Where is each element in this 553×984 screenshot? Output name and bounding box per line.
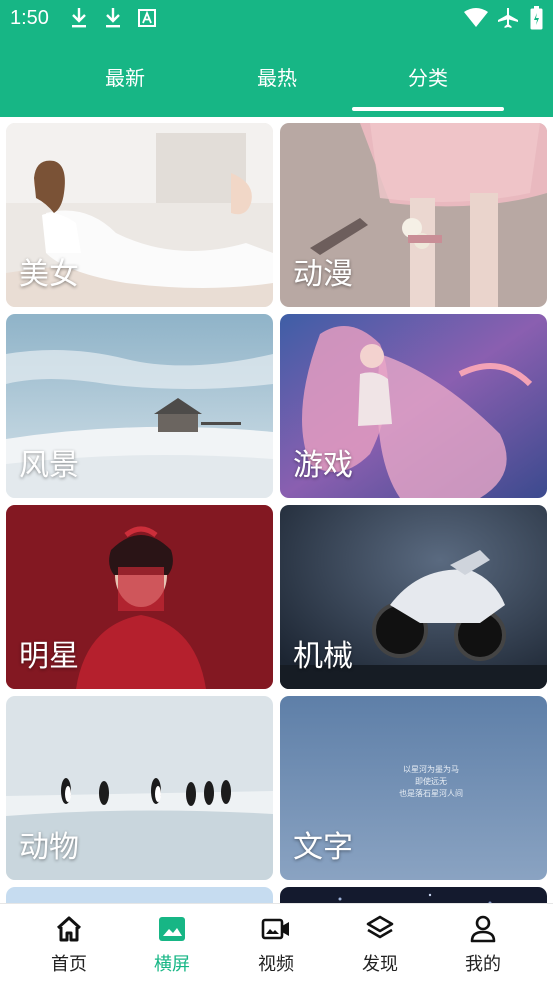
nav-profile[interactable]: 我的 bbox=[438, 914, 528, 976]
home-icon bbox=[56, 916, 82, 942]
person-icon bbox=[470, 915, 496, 943]
nav-label: 我的 bbox=[465, 954, 501, 975]
category-card-mechanical[interactable]: 机械 bbox=[280, 505, 547, 689]
category-card-text[interactable]: 以星河为墨为马 即使远无 也是落石星河人间 文字 bbox=[280, 696, 547, 880]
bottom-navigation: 首页 横屏 视频 发现 我的 bbox=[0, 903, 553, 984]
category-card-beauty[interactable]: 美女 bbox=[6, 123, 273, 307]
category-card-partial[interactable] bbox=[280, 887, 547, 903]
caption-line: 以星河为墨为马 bbox=[403, 765, 459, 774]
caption-line: 也是落石星河人间 bbox=[399, 789, 463, 798]
category-card-game[interactable]: 游戏 bbox=[280, 314, 547, 498]
download-icon bbox=[72, 8, 86, 28]
category-label: 文字 bbox=[293, 830, 353, 865]
category-card-animal[interactable]: 动物 bbox=[6, 696, 273, 880]
tab-hottest[interactable]: 最热 bbox=[201, 62, 353, 91]
nav-label: 视频 bbox=[258, 954, 294, 975]
category-card-anime[interactable]: 动漫 bbox=[280, 123, 547, 307]
airplane-icon bbox=[498, 8, 518, 28]
category-label: 明星 bbox=[19, 639, 79, 674]
category-label: 游戏 bbox=[293, 448, 353, 483]
category-tabs: 最新 最热 分类 bbox=[0, 52, 553, 117]
category-card-celebrity[interactable]: 明星 bbox=[6, 505, 273, 689]
category-label: 美女 bbox=[19, 257, 79, 292]
status-time: 1:50 bbox=[10, 7, 49, 29]
wifi-icon bbox=[464, 8, 488, 27]
category-label: 机械 bbox=[293, 639, 353, 674]
nav-video[interactable]: 视频 bbox=[231, 914, 321, 976]
tab-latest[interactable]: 最新 bbox=[49, 62, 201, 91]
nav-discover[interactable]: 发现 bbox=[335, 914, 425, 976]
partial-thumbnail bbox=[6, 887, 273, 903]
nav-home[interactable]: 首页 bbox=[24, 914, 114, 976]
category-grid: 美女 动漫 风景 游戏 明星 机械 动物 以星河为墨为马 即使远无 也是落石星河… bbox=[0, 117, 553, 903]
tab-categories[interactable]: 分类 bbox=[352, 62, 504, 91]
download-icon bbox=[106, 8, 120, 28]
nav-landscape[interactable]: 横屏 bbox=[127, 914, 217, 976]
nav-label: 横屏 bbox=[154, 954, 190, 975]
nav-label: 发现 bbox=[362, 954, 398, 975]
category-label: 动物 bbox=[19, 830, 79, 865]
active-tab-indicator bbox=[352, 107, 504, 111]
category-label: 风景 bbox=[19, 448, 79, 483]
battery-icon bbox=[530, 6, 543, 30]
layers-icon bbox=[366, 915, 394, 939]
caption-line: 即使远无 bbox=[415, 777, 447, 786]
text-card-caption: 以星河为墨为马 即使远无 也是落石星河人间 bbox=[376, 764, 486, 800]
image-icon bbox=[159, 917, 185, 941]
status-bar: 1:50 bbox=[0, 0, 553, 38]
category-card-partial[interactable] bbox=[6, 887, 273, 903]
video-camera-icon bbox=[261, 918, 289, 940]
nav-label: 首页 bbox=[51, 954, 87, 975]
font-a-icon bbox=[138, 9, 156, 27]
category-card-landscape[interactable]: 风景 bbox=[6, 314, 273, 498]
app-header: 1:50 最新 最热 分类 bbox=[0, 0, 553, 117]
category-label: 动漫 bbox=[293, 257, 353, 292]
partial-thumbnail bbox=[280, 887, 547, 903]
